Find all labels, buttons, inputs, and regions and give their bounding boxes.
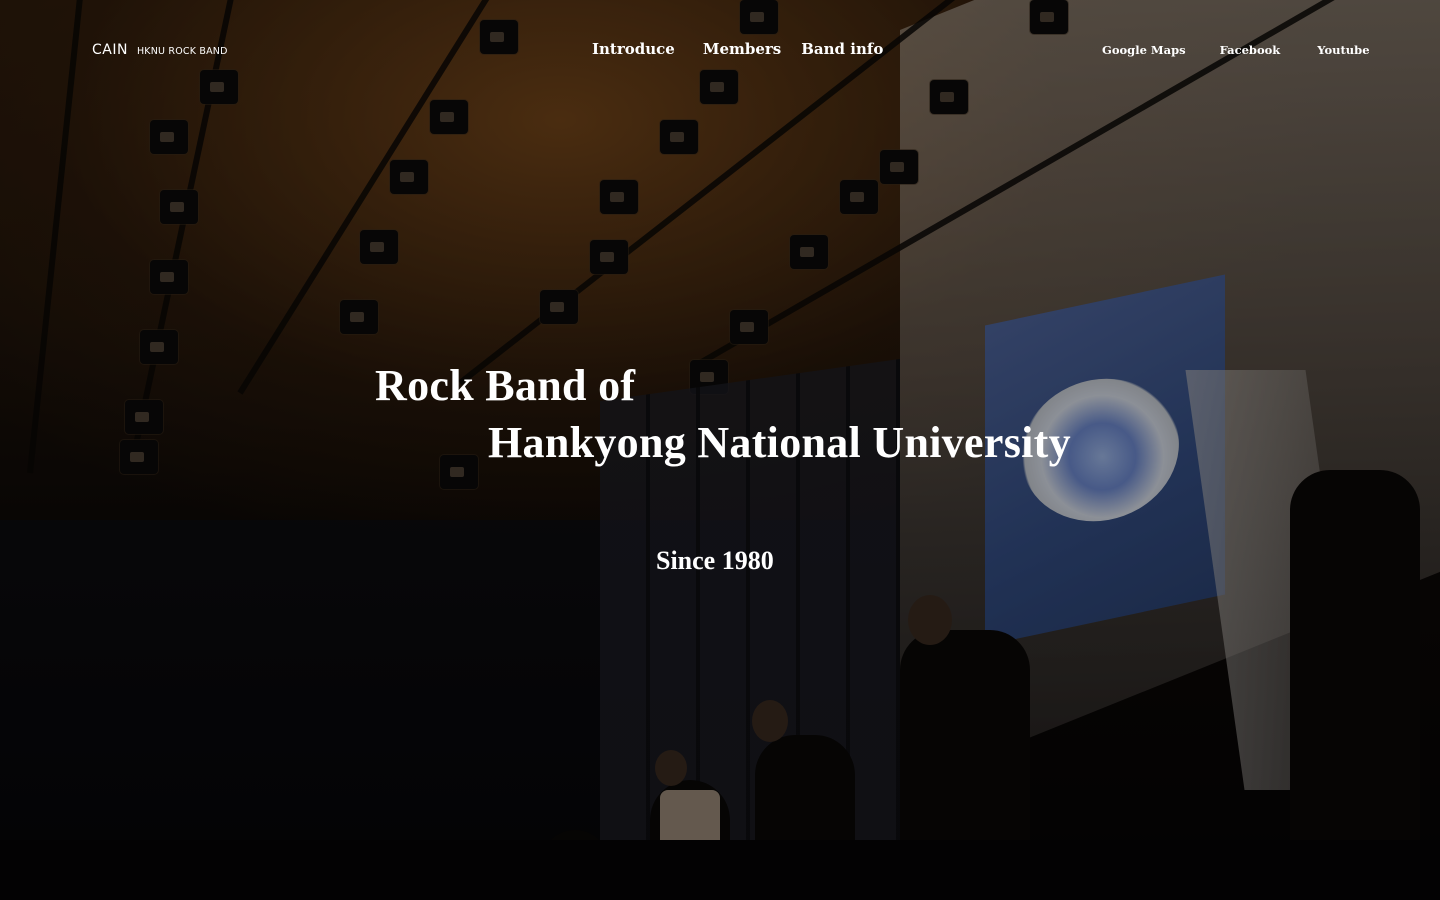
nav-band-info[interactable]: Band info [801,40,883,58]
hero-headline-line2: Hankyong National University [488,418,1071,467]
site-logo[interactable]: CAIN HKNU ROCK BAND [92,42,228,58]
link-google-maps[interactable]: Google Maps [1102,43,1186,57]
hero-background: CAIN HKNU ROCK BAND Introduce Members Ba… [0,0,1440,900]
since-year: Since 1980 [656,546,774,575]
nav-members[interactable]: Members [703,40,781,58]
brand-subtitle: HKNU ROCK BAND [136,46,228,57]
main-nav: Introduce Members Band info [592,40,883,58]
link-facebook[interactable]: Facebook [1220,43,1281,57]
brand-name: CAIN [92,42,128,58]
hero-headline-line1: Rock Band of [375,361,636,410]
link-youtube[interactable]: Youtube [1317,43,1369,57]
external-links: Google Maps Facebook Youtube [1102,43,1370,57]
nav-introduce[interactable]: Introduce [592,40,675,58]
